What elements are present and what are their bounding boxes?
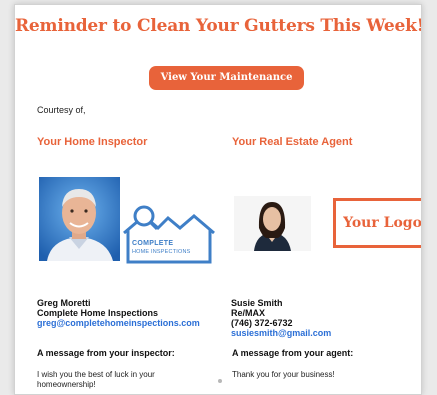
inspector-message-line-2: homeownership! (37, 380, 96, 389)
email-card: Reminder to Clean Your Gutters This Week… (14, 4, 422, 395)
view-maintenance-task-button[interactable]: View Your Maintenance Task (149, 66, 304, 107)
courtesy-label: Courtesy of, (37, 105, 86, 115)
email-title: Reminder to Clean Your Gutters This Week… (15, 16, 422, 36)
your-logo-placeholder: Your Logo (333, 198, 421, 248)
inspector-name: Greg Moretti (37, 298, 91, 308)
inspector-contact: Greg Moretti Complete Home Inspections g… (37, 298, 200, 328)
agent-role-heading: Your Real Estate Agent (232, 136, 353, 148)
agent-name: Susie Smith (231, 298, 283, 308)
inspector-message: I wish you the best of luck in your home… (37, 370, 155, 390)
logo-text-home-inspections: HOME INSPECTIONS (132, 249, 191, 255)
scroll-indicator-dot (218, 379, 222, 383)
inspector-role-heading: Your Home Inspector (37, 136, 148, 148)
inspector-message-line-1: I wish you the best of luck in your (37, 370, 155, 379)
inspector-photo (39, 177, 120, 261)
logo-text-complete: COMPLETE (132, 240, 174, 247)
agent-photo (234, 196, 311, 251)
inspector-email-link[interactable]: greg@completehomeinspections.com (37, 318, 200, 328)
agent-message-heading: A message from your agent: (232, 348, 354, 358)
inspector-message-heading: A message from your inspector: (37, 348, 175, 358)
inspector-company: Complete Home Inspections (37, 308, 159, 318)
agent-phone: (746) 372-6732 (231, 318, 293, 328)
agent-company: Re/MAX (231, 308, 266, 318)
agent-email-link[interactable]: susiesmith@gmail.com (231, 328, 331, 338)
agent-contact: Susie Smith Re/MAX (746) 372-6732 susies… (231, 298, 331, 338)
agent-message: Thank you for your business! (232, 370, 335, 379)
complete-home-inspections-logo: COMPLETE HOME INSPECTIONS (120, 200, 218, 266)
